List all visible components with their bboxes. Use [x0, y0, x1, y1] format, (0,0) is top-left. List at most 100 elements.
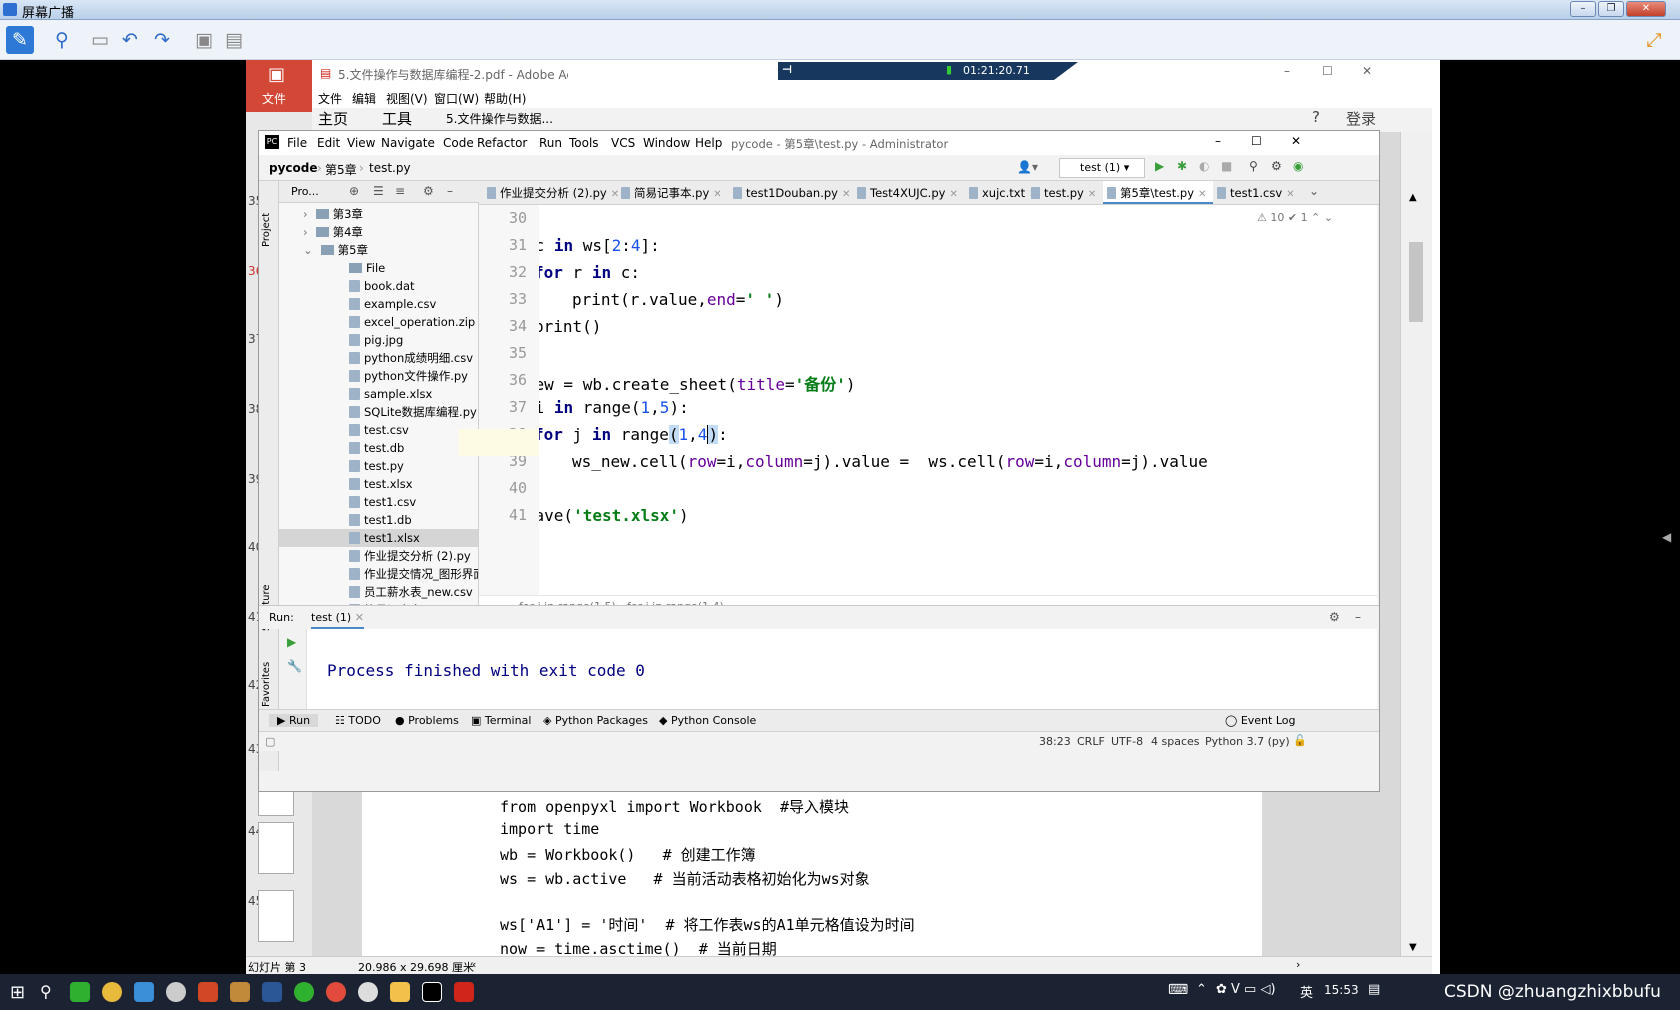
tree-item[interactable]: test.py — [349, 457, 478, 475]
zoom-tool-icon[interactable]: ⚲ — [48, 26, 76, 54]
pc-maximize-button[interactable]: ☐ — [1251, 134, 1262, 148]
status-indent[interactable]: 4 spaces — [1151, 735, 1200, 748]
favorites-tool-tab[interactable]: Favorites — [261, 647, 272, 707]
tab-close-icon[interactable]: ✕ — [842, 189, 850, 200]
pycharm-taskbar-icon[interactable] — [422, 982, 442, 1002]
green-app-icon[interactable] — [294, 982, 314, 1002]
project-settings-icon[interactable]: ⚙ — [423, 184, 434, 198]
settings-icon[interactable]: ⚙ — [1271, 159, 1282, 173]
taskbar-clock[interactable]: 15:53 — [1324, 983, 1359, 997]
plugin-icon[interactable]: ◉ — [1293, 159, 1303, 173]
tree-item[interactable]: ⌄ 第5章 — [303, 241, 478, 259]
acrobat-menu-view[interactable]: 视图(V) — [386, 90, 428, 107]
tree-item[interactable]: test1.csv — [349, 493, 478, 511]
run-console[interactable]: Process finished with exit code 0 — [307, 629, 1377, 709]
breadcrumb-folder[interactable]: 第5章 — [325, 161, 357, 178]
tree-item[interactable]: pig.jpg — [349, 331, 478, 349]
wechat-icon[interactable] — [70, 982, 90, 1002]
bottom-tab-todo[interactable]: ☷ TODO — [335, 714, 381, 727]
breadcrumb-file[interactable]: test.py — [369, 161, 411, 175]
message-icon[interactable] — [358, 982, 378, 1002]
scroll-up-icon[interactable]: ▲ — [1409, 192, 1417, 203]
breadcrumb-project[interactable]: pycode — [269, 161, 318, 175]
powerpoint-icon[interactable] — [198, 982, 218, 1002]
run-settings-icon[interactable]: ⚙ — [1329, 610, 1340, 624]
debug-icon[interactable]: ✱ — [1177, 159, 1187, 173]
notification-icon[interactable]: ▤ — [1368, 982, 1380, 997]
tab-close-icon[interactable]: ✕ — [1088, 189, 1096, 200]
code-line[interactable]: ws_new.cell(row=i,column=j).value = ws.c… — [572, 452, 1208, 471]
broadcast-close-button[interactable]: ✕ — [1626, 1, 1666, 17]
scroll-left-icon[interactable]: ‹ — [472, 958, 476, 971]
chat-icon[interactable] — [166, 982, 186, 1002]
menu-window[interactable]: Window — [643, 136, 690, 150]
pin-icon[interactable]: ⊣ — [782, 63, 792, 76]
acrobat-menu-help[interactable]: 帮助(H) — [484, 90, 526, 107]
tree-item[interactable]: book.dat — [349, 277, 478, 295]
bottom-tab-problems[interactable]: ● Problems — [395, 714, 459, 727]
code-line[interactable]: for r in c: — [539, 263, 640, 282]
run-icon[interactable]: ▶ — [1155, 159, 1164, 173]
stop-icon[interactable]: ■ — [1221, 159, 1232, 173]
tab-close-icon[interactable]: ✕ — [1286, 189, 1294, 200]
tab-close-icon[interactable]: ✕ — [713, 189, 721, 200]
menu-tools[interactable]: Tools — [569, 136, 599, 150]
coverage-icon[interactable]: ◐ — [1199, 159, 1209, 173]
project-view-select[interactable]: Pro... — [291, 185, 319, 198]
tray-expand-icon[interactable]: ⌃ — [1196, 982, 1207, 997]
inspection-widget[interactable]: ⚠ 10 ✔ 1 ⌃ ⌄ — [1257, 211, 1333, 224]
menu-run[interactable]: Run — [539, 136, 562, 150]
tree-item[interactable]: › 第4章 — [303, 223, 478, 241]
acrobat-maximize-button[interactable]: ☐ — [1322, 64, 1333, 78]
menu-code[interactable]: Code — [443, 136, 474, 150]
tree-item[interactable]: example.csv — [349, 295, 478, 313]
help-icon[interactable]: ? — [1312, 108, 1320, 126]
tray-icons[interactable]: ✿ V ▭ ◁) — [1216, 982, 1276, 997]
editor-tab[interactable]: test1Douban.py ✕ — [729, 181, 853, 204]
editor-tab[interactable]: 第5章\test.py ✕ — [1103, 181, 1213, 204]
bottom-tab-terminal[interactable]: ▣ Terminal — [471, 714, 531, 727]
tab-close-icon[interactable]: ✕ — [1198, 189, 1206, 200]
bottom-tab-run[interactable]: ▶ Run — [269, 714, 319, 727]
status-position[interactable]: 38:23 — [1039, 735, 1071, 748]
taskbar-search-icon[interactable]: ⚲ — [40, 982, 52, 1001]
tree-item[interactable]: SQLite数据库编程.py — [349, 403, 478, 421]
editor-tab[interactable]: 简易记事本.py ✕ — [617, 181, 729, 204]
hide-panel-icon[interactable]: – — [447, 184, 453, 198]
code-line[interactable]: for j in range(1,4): — [539, 425, 728, 444]
menu-file[interactable]: File — [287, 136, 307, 150]
code-line[interactable]: wb.save('test.xlsx') — [539, 506, 689, 525]
acrobat-file-button[interactable]: ▣ 文件 — [246, 60, 312, 112]
tree-item[interactable]: test.xlsx — [349, 475, 478, 493]
project-tool-tab[interactable]: Project — [261, 187, 272, 247]
app-icon[interactable] — [230, 982, 250, 1002]
tree-item[interactable]: › 第3章 — [303, 205, 478, 223]
chrome-icon[interactable] — [102, 982, 122, 1002]
thumbnail-page[interactable] — [258, 890, 294, 942]
acrobat-taskbar-icon[interactable] — [454, 982, 474, 1002]
menu-refactor[interactable]: Refactor — [477, 136, 527, 150]
menu-edit[interactable]: Edit — [317, 136, 340, 150]
tabs-overflow-icon[interactable]: ⌄ — [1309, 184, 1319, 198]
acrobat-tab-tools[interactable]: 工具 — [382, 108, 412, 129]
bottom-tab-python-console[interactable]: ◆ Python Console — [659, 714, 756, 727]
tree-item[interactable]: test1.db — [349, 511, 478, 529]
tab-close-icon[interactable]: ✕ — [949, 189, 957, 200]
broadcast-restore-button[interactable]: ❐ — [1598, 1, 1624, 17]
acrobat-tab-document[interactable]: 5.文件操作与数据... — [446, 110, 553, 127]
acrobat-scrollbar[interactable]: ▲ ▼ — [1400, 132, 1432, 962]
editor-tab[interactable]: xujc.txt✕ — [965, 181, 1037, 204]
broadcast-minimize-button[interactable]: – — [1570, 1, 1596, 17]
editor-tab[interactable]: 作业提交分析 (2).py ✕ — [483, 181, 619, 204]
tree-item[interactable]: excel_operation.zip — [349, 313, 478, 331]
user-icon[interactable]: 👤▾ — [1017, 160, 1038, 174]
acrobat-menu-file[interactable]: 文件 — [318, 90, 342, 107]
collapse-all-icon[interactable]: ≡ — [395, 184, 405, 198]
editor-tab[interactable]: Test4XUJC.py ✕ — [853, 181, 965, 204]
status-line-separator[interactable]: CRLF — [1077, 735, 1105, 748]
editor-tab[interactable]: test1.csv ✕ — [1213, 181, 1295, 204]
layout-icon[interactable]: ▢ — [265, 735, 275, 748]
ime-indicator[interactable]: 英 — [1300, 982, 1313, 1001]
scroll-thumb[interactable] — [1409, 242, 1423, 322]
menu-navigate[interactable]: Navigate — [381, 136, 435, 150]
